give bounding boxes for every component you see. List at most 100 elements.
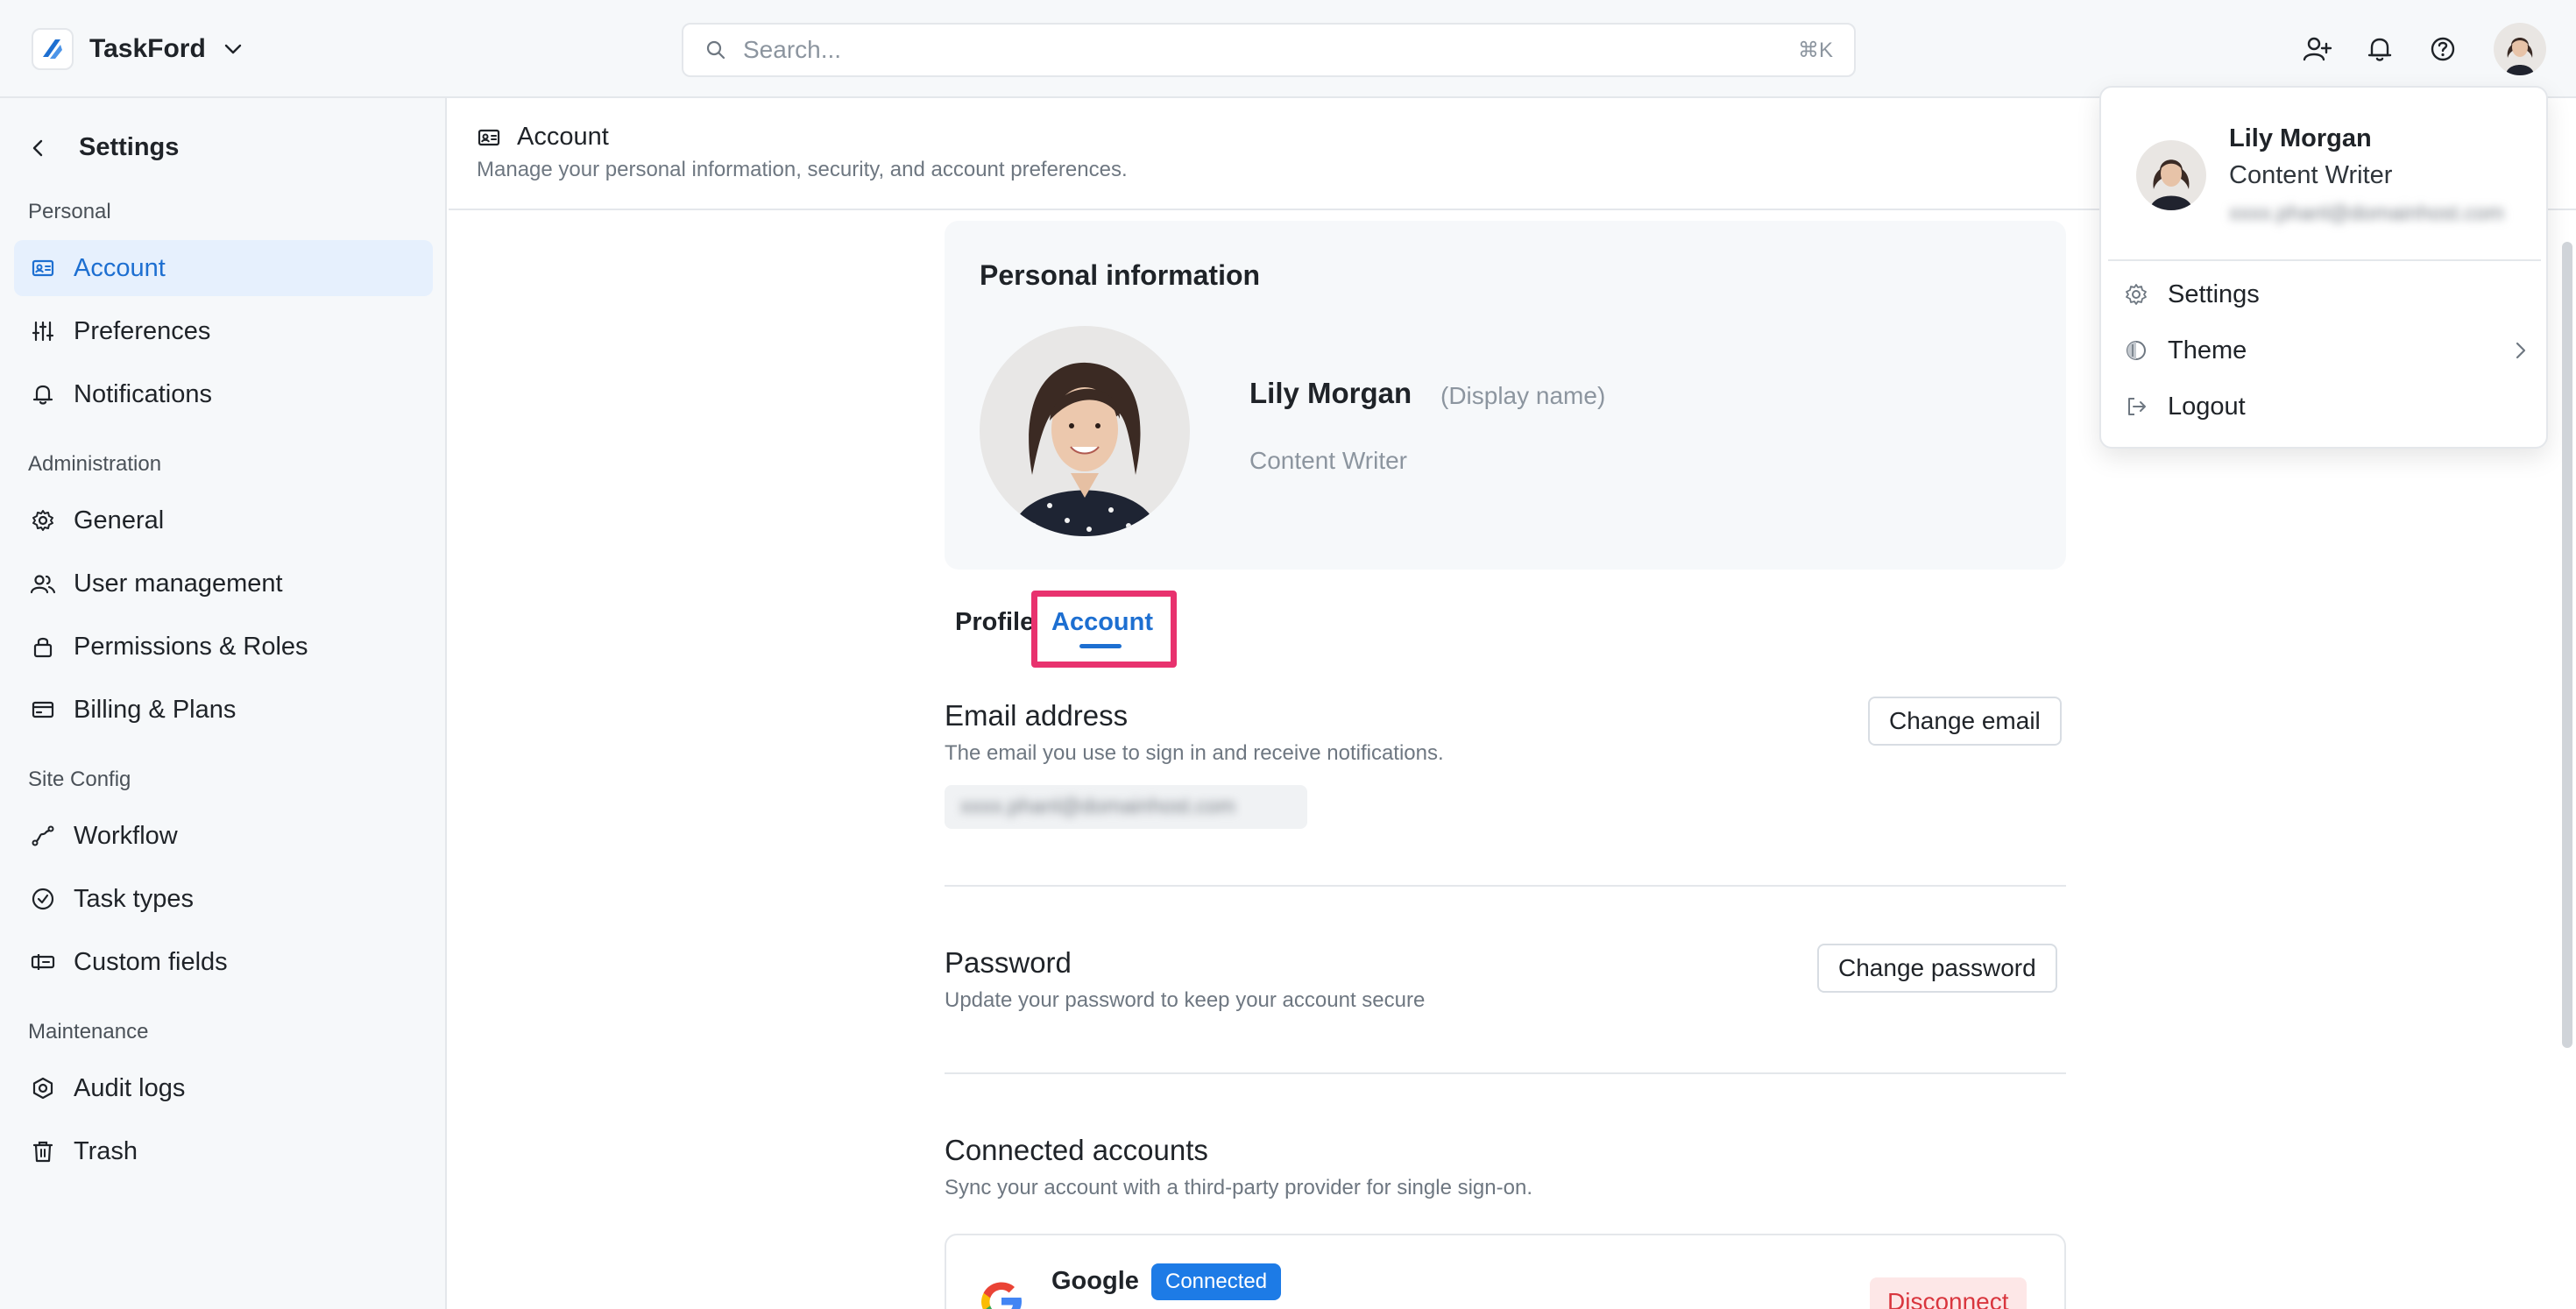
logout-icon (2124, 394, 2148, 419)
menu-item-label: Settings (2168, 279, 2260, 308)
profile-photo[interactable] (980, 326, 1190, 536)
sidebar-item-label: Audit logs (74, 1073, 186, 1102)
sidebar-item-label: Custom fields (74, 947, 228, 976)
bell-icon (30, 381, 56, 407)
search-icon (704, 39, 727, 61)
menu-user-role: Content Writer (2229, 161, 2393, 189)
google-connection-card: Google Connected Disconnect (945, 1234, 2066, 1309)
sidebar-item-label: Billing & Plans (74, 695, 237, 724)
sidebar-item-label: User management (74, 569, 283, 598)
help-icon[interactable] (2425, 32, 2460, 67)
main-scrollbar[interactable] (2562, 242, 2572, 1048)
password-section-title: Password (945, 946, 1072, 979)
trash-icon (30, 1138, 56, 1164)
section-divider (945, 1072, 2066, 1074)
sidebar-item-label: General (74, 506, 165, 534)
bell-icon[interactable] (2362, 32, 2397, 67)
connected-accounts-description: Sync your account with a third-party pro… (945, 1176, 1532, 1199)
sidebar-item-billing-plans[interactable]: Billing & Plans (14, 682, 433, 738)
sidebar-item-account[interactable]: Account (14, 240, 433, 296)
menu-user-name: Lily Morgan (2229, 124, 2372, 152)
connected-accounts-title: Connected accounts (945, 1134, 1208, 1166)
email-section-description: The email you use to sign in and receive… (945, 741, 1444, 765)
back-arrow-icon[interactable] (28, 138, 49, 159)
menu-item-settings[interactable]: Settings (2108, 268, 2541, 321)
page-subtitle: Manage your personal information, securi… (477, 158, 1128, 181)
workspace-name: TaskFord (89, 34, 206, 63)
invite-user-icon[interactable] (2299, 32, 2334, 67)
section-label-personal: Personal (28, 200, 111, 223)
personal-info-card: Personal information Lily Morgan (Displa… (945, 221, 2066, 570)
chevron-down-icon (222, 38, 244, 60)
menu-item-logout[interactable]: Logout (2108, 380, 2541, 433)
lock-icon (30, 633, 56, 660)
sidebar-title: Settings (79, 133, 180, 161)
tab-profile[interactable]: Profile (955, 608, 1034, 637)
disconnect-button[interactable]: Disconnect (1870, 1277, 2027, 1309)
personal-info-title: Personal information (980, 259, 1261, 291)
menu-item-theme[interactable]: Theme (2108, 324, 2541, 377)
id-card-icon (30, 255, 56, 281)
taskford-logo-icon (32, 28, 74, 70)
password-section-description: Update your password to keep your accoun… (945, 988, 1426, 1012)
sidebar-item-preferences[interactable]: Preferences (14, 303, 433, 359)
email-section-title: Email address (945, 699, 1129, 732)
avatar (2136, 140, 2206, 210)
sidebar-item-label: Workflow (74, 821, 178, 850)
page-title: Account (477, 123, 609, 152)
id-card-icon (477, 125, 501, 150)
workflow-icon (30, 823, 56, 849)
profile-role: Content Writer (1249, 447, 1407, 474)
check-circle-icon (30, 886, 56, 912)
menu-divider (2108, 259, 2541, 261)
menu-item-label: Logout (2168, 392, 2246, 421)
email-value-field: xxxx.phanl@domainhost.com (945, 785, 1307, 829)
credit-card-icon (30, 697, 56, 723)
sidebar-item-label: Notifications (74, 379, 212, 408)
sidebar-item-general[interactable]: General (14, 492, 433, 548)
change-password-button[interactable]: Change password (1817, 944, 2057, 993)
sidebar-item-custom-fields[interactable]: Custom fields (14, 934, 433, 990)
google-logo-icon (976, 1276, 1027, 1309)
search-shortcut-hint: ⌘K (1797, 38, 1833, 62)
search-input[interactable] (743, 36, 1798, 64)
theme-contrast-icon (2124, 338, 2148, 363)
tab-account[interactable]: Account (1051, 608, 1153, 637)
sidebar-item-trash[interactable]: Trash (14, 1123, 433, 1179)
user-avatar-button[interactable] (2494, 23, 2546, 75)
sidebar-item-label: Account (74, 253, 166, 282)
sidebar-item-user-management[interactable]: User management (14, 555, 433, 612)
gear-icon (30, 507, 56, 534)
users-icon (30, 570, 56, 597)
sidebar-item-task-types[interactable]: Task types (14, 871, 433, 927)
sidebar-item-permissions-roles[interactable]: Permissions & Roles (14, 619, 433, 675)
email-value: xxxx.phanl@domainhost.com (960, 795, 1235, 818)
sidebar-item-notifications[interactable]: Notifications (14, 366, 433, 422)
section-label-maintenance: Maintenance (28, 1020, 149, 1044)
active-tab-indicator (1079, 644, 1122, 648)
connection-status-badge: Connected (1151, 1263, 1282, 1300)
sidebar-item-label: Permissions & Roles (74, 632, 308, 661)
workspace-switcher[interactable]: TaskFord (32, 28, 244, 70)
chevron-right-icon (2511, 340, 2530, 361)
user-menu-dropdown: Lily Morgan Content Writer xxxx.phanl@do… (2099, 86, 2548, 449)
section-label-administration: Administration (28, 452, 162, 476)
change-email-button[interactable]: Change email (1868, 697, 2062, 746)
sidebar-item-workflow[interactable]: Workflow (14, 808, 433, 864)
provider-name: Google (1051, 1267, 1139, 1295)
sidebar-item-label: Trash (74, 1136, 138, 1165)
menu-item-label: Theme (2168, 336, 2247, 364)
sidebar-item-label: Task types (74, 884, 194, 913)
sidebar-item-audit-logs[interactable]: Audit logs (14, 1060, 433, 1116)
top-bar: TaskFord ⌘K (0, 0, 2576, 98)
page-title-text: Account (517, 123, 609, 151)
gear-icon (2124, 282, 2148, 307)
settings-sidebar: Settings Personal Account Preferences No… (0, 98, 447, 1309)
section-label-site-config: Site Config (28, 768, 131, 791)
sidebar-item-label: Preferences (74, 316, 211, 345)
sidebar-header: Settings (28, 133, 179, 162)
search-bar[interactable]: ⌘K (682, 23, 1856, 77)
section-divider (945, 885, 2066, 887)
sliders-icon (30, 318, 56, 344)
display-name-hint: (Display name) (1440, 382, 1606, 409)
